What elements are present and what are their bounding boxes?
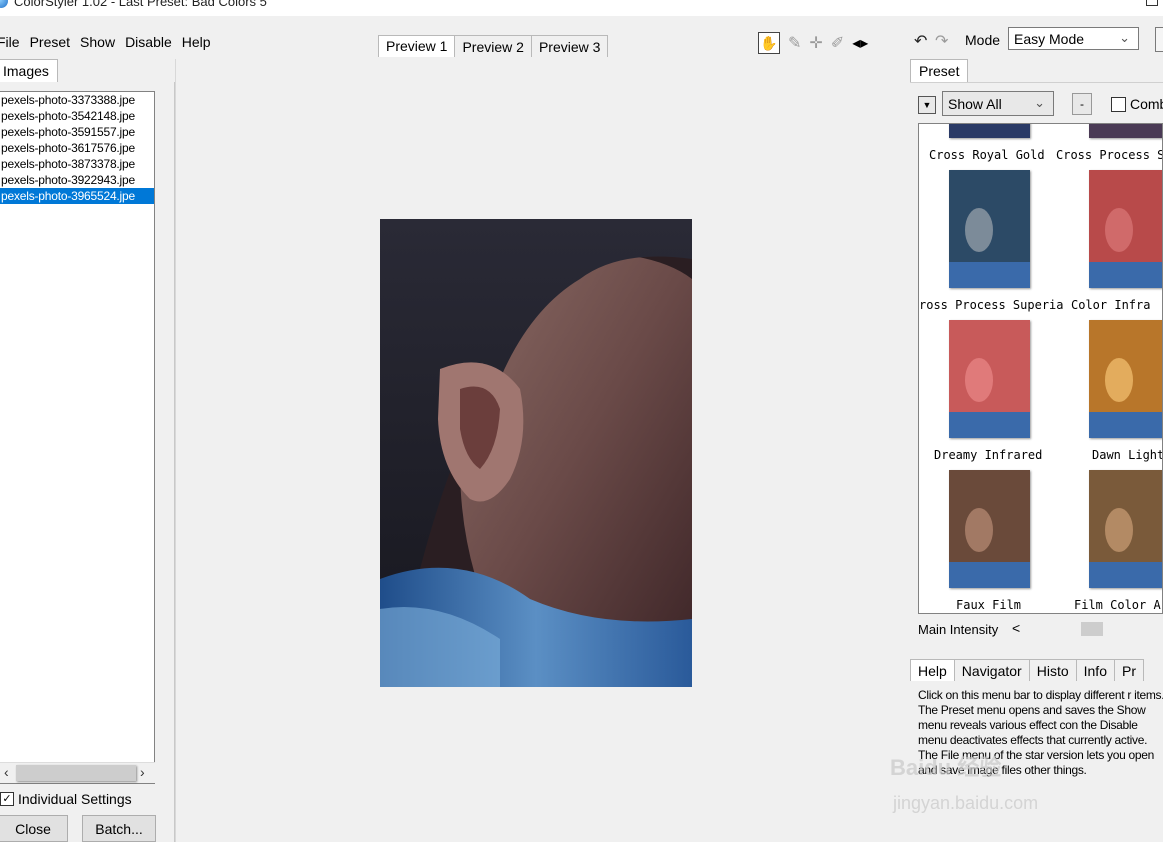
preset-preview-image xyxy=(1089,124,1162,138)
help-tabs: Help Navigator Histo Info Pr xyxy=(910,659,1144,681)
preset-preview-image xyxy=(949,320,1030,438)
mode-label: Mode xyxy=(965,32,1001,48)
preset-preview-image xyxy=(949,124,1030,138)
preview-tabs: Preview 1 Preview 2 Preview 3 xyxy=(378,35,609,57)
menu-disable[interactable]: Disable xyxy=(120,30,177,54)
list-item[interactable]: pexels-photo-3617576.jpe xyxy=(0,140,154,156)
preset-preview-image xyxy=(1089,320,1162,438)
intensity-decrease-icon[interactable]: < xyxy=(1012,620,1020,636)
maximize-button[interactable] xyxy=(1146,0,1158,6)
list-item[interactable]: pexels-photo-3373388.jpe xyxy=(0,92,154,108)
tab-preview-3[interactable]: Preview 3 xyxy=(530,35,609,57)
preset-thumbnail[interactable] xyxy=(949,320,1030,438)
list-item[interactable]: pexels-photo-3873378.jpe xyxy=(0,156,154,172)
preset-label: Cross Process S xyxy=(1056,148,1163,162)
preset-thumbnail[interactable] xyxy=(1089,320,1162,438)
main-intensity-thumb[interactable] xyxy=(1081,622,1103,636)
redo-icon[interactable]: ↷ xyxy=(935,31,948,51)
preset-preview-image xyxy=(949,470,1030,588)
chevron-down-icon: ⌄ xyxy=(1119,30,1130,45)
show-filter-value: Show All xyxy=(948,96,1002,112)
preset-label: Dawn Light xyxy=(1092,448,1163,462)
hand-icon[interactable]: ✋ xyxy=(758,32,780,54)
individual-settings[interactable]: ✓ Individual Settings xyxy=(0,791,132,807)
menu-preset[interactable]: Preset xyxy=(25,30,75,54)
preset-thumbnail[interactable] xyxy=(949,170,1030,288)
file-list[interactable]: pexels-photo-3373388.jpe pexels-photo-35… xyxy=(0,91,155,784)
list-item[interactable]: pexels-photo-3591557.jpe xyxy=(0,124,154,140)
preset-label: Cross Royal Gold xyxy=(929,148,1045,162)
preset-thumbnail[interactable] xyxy=(1089,170,1162,288)
mode-extra-button[interactable] xyxy=(1155,27,1163,52)
preset-label: Faux Film xyxy=(956,598,1022,612)
preset-thumbnail[interactable] xyxy=(1089,124,1162,138)
file-list-scrollbar[interactable]: ‹ › xyxy=(0,762,155,783)
portrait-photo xyxy=(380,219,692,687)
preset-preview-image xyxy=(949,170,1030,288)
mode-select[interactable]: Easy Mode ⌄ xyxy=(1008,27,1139,50)
combine-label: Comb xyxy=(1130,96,1163,112)
tab-help[interactable]: Help xyxy=(910,659,955,681)
tab-histo[interactable]: Histo xyxy=(1028,659,1077,681)
mode-value: Easy Mode xyxy=(1014,31,1085,47)
list-item-selected[interactable]: pexels-photo-3965524.jpe xyxy=(0,188,154,204)
individual-settings-checkbox[interactable]: ✓ xyxy=(0,792,14,806)
scroll-right-icon[interactable]: › xyxy=(140,764,145,780)
preset-preview-image xyxy=(1089,470,1162,588)
main-intensity-label: Main Intensity xyxy=(918,622,999,637)
crosshair-icon[interactable]: ✛ xyxy=(809,33,822,53)
eyedropper-icon[interactable]: ✎ xyxy=(788,33,801,53)
close-button[interactable]: Close xyxy=(0,815,68,842)
thumb-tint xyxy=(949,124,1030,138)
list-item[interactable]: pexels-photo-3542148.jpe xyxy=(0,108,154,124)
tab-preview-1[interactable]: Preview 1 xyxy=(378,35,456,57)
preset-thumbnail[interactable] xyxy=(949,124,1030,138)
menu-file[interactable]: File xyxy=(0,30,25,54)
window-title: ColorStyler 1.02 - Last Preset: Bad Colo… xyxy=(14,0,267,9)
list-item[interactable]: pexels-photo-3922943.jpe xyxy=(0,172,154,188)
preset-preview-image xyxy=(1089,170,1162,288)
title-bar: ColorStyler 1.02 - Last Preset: Bad Colo… xyxy=(0,0,1163,16)
tool-bar: ✋ ✎ ✛ ✐ ◂▸ xyxy=(758,30,868,56)
minus-button[interactable]: - xyxy=(1072,93,1092,115)
preset-thumbnail[interactable] xyxy=(949,470,1030,588)
tab-preview-2[interactable]: Preview 2 xyxy=(454,35,532,57)
thumb-tint xyxy=(1089,124,1162,138)
menu-help[interactable]: Help xyxy=(177,30,216,54)
batch-button[interactable]: Batch... xyxy=(82,815,156,842)
combine-checkbox[interactable]: Comb xyxy=(1111,96,1163,112)
combine-checkbox-box[interactable] xyxy=(1111,96,1126,112)
app-logo-icon xyxy=(0,0,8,8)
preset-label: Film Color A xyxy=(1074,598,1161,612)
preset-label: Color Infra xyxy=(1071,298,1151,312)
scrollbar-thumb[interactable] xyxy=(16,765,136,781)
preset-thumbnail[interactable] xyxy=(1089,470,1162,588)
scroll-left-icon[interactable]: ‹ xyxy=(4,764,9,780)
preset-label: Dreamy Infrared xyxy=(934,448,1043,462)
tab-info[interactable]: Info xyxy=(1075,659,1115,681)
individual-settings-label: Individual Settings xyxy=(18,791,132,807)
watermark-url: jingyan.baidu.com xyxy=(893,793,1039,813)
split-arrows-icon[interactable]: ◂▸ xyxy=(852,33,868,53)
tab-images[interactable]: Images xyxy=(0,59,58,82)
undo-icon[interactable]: ↶ xyxy=(914,31,927,51)
tab-navigator[interactable]: Navigator xyxy=(953,659,1030,681)
preview-image[interactable] xyxy=(380,219,692,687)
menu-bar: File Preset Show Disable Help xyxy=(0,30,216,54)
watermark-logo: Baidu 经验 xyxy=(890,755,1002,780)
chevron-down-icon: ⌄ xyxy=(1034,95,1045,110)
show-filter-select[interactable]: Show All ⌄ xyxy=(942,91,1054,116)
brush-icon[interactable]: ✐ xyxy=(831,33,844,53)
menu-show[interactable]: Show xyxy=(75,30,120,54)
tab-preset[interactable]: Preset xyxy=(910,59,969,82)
preset-thumbnail-grid[interactable]: Cross Royal Gold Cross Process S ross Pr… xyxy=(918,123,1163,614)
dropdown-toggle-icon[interactable]: ▼ xyxy=(918,96,936,114)
preset-label: ross Process Superia xyxy=(919,298,1064,312)
tab-pr[interactable]: Pr xyxy=(1113,659,1144,681)
